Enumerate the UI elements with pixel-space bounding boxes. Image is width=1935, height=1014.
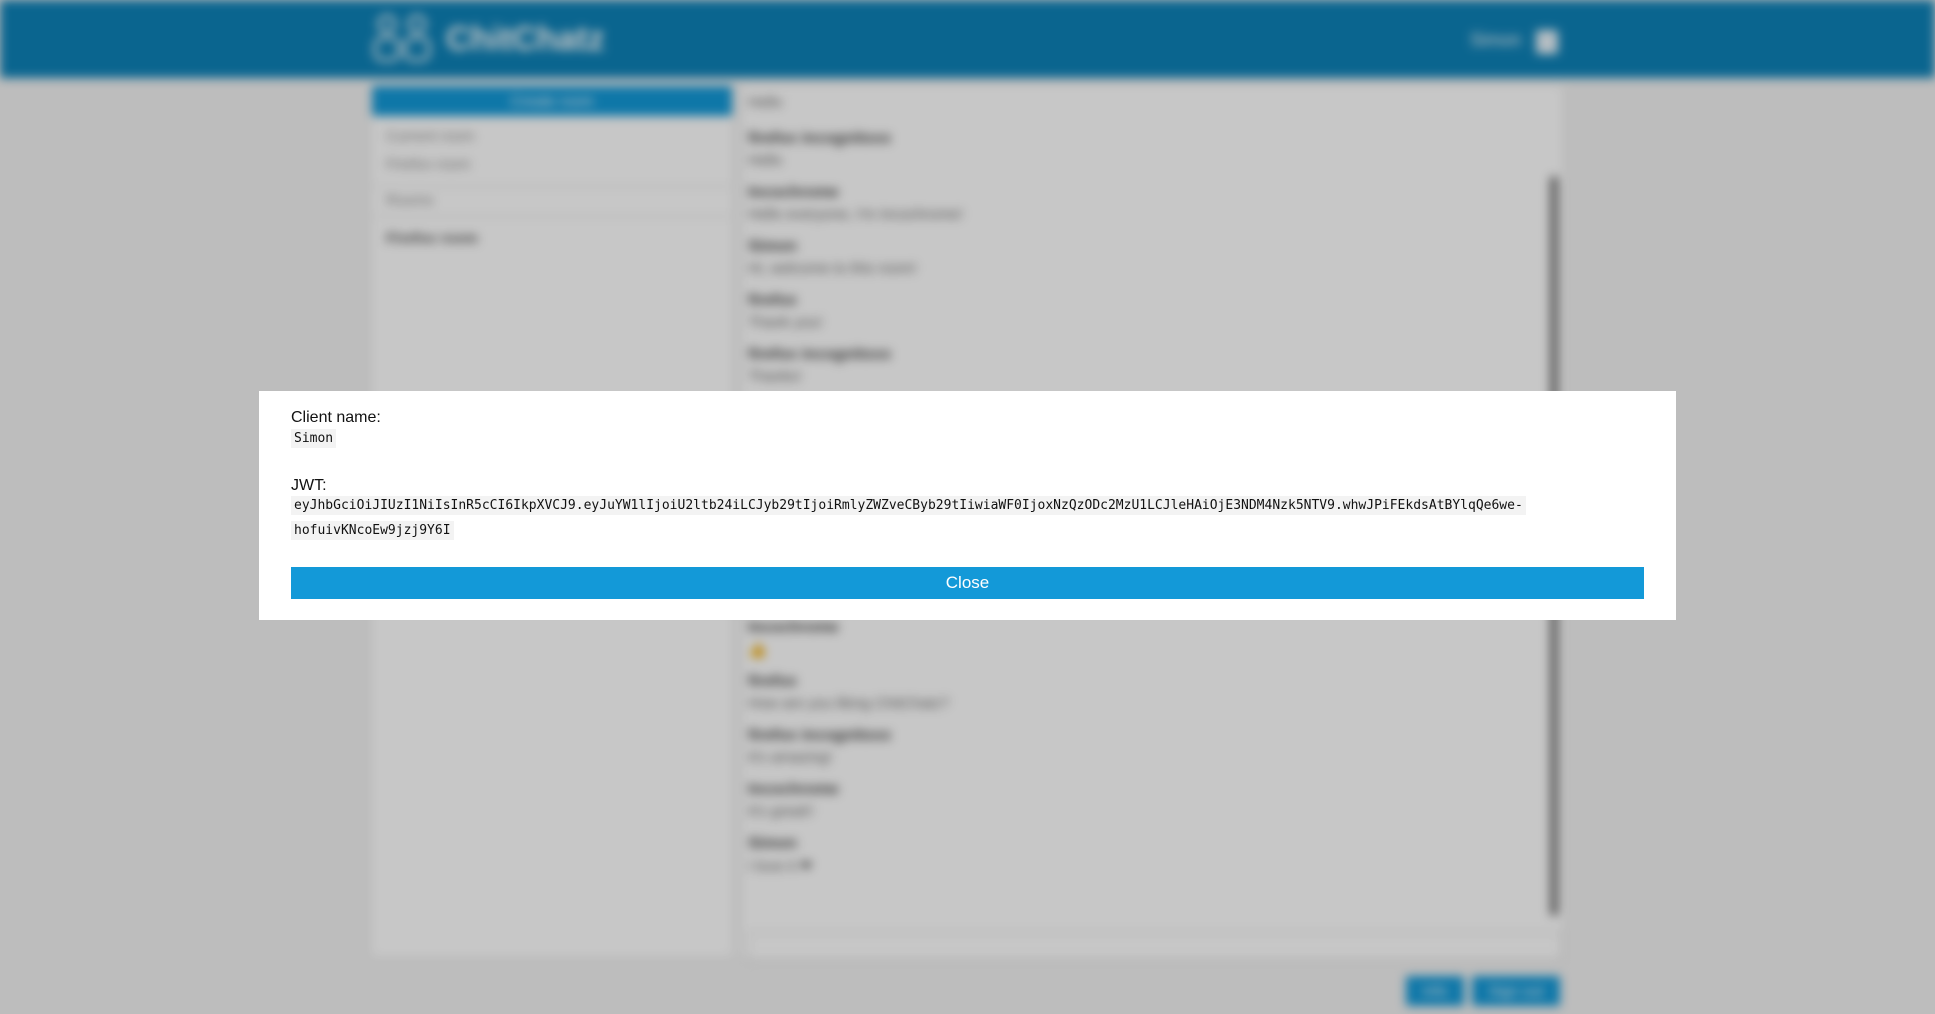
jwt-code-line-1: eyJhbGciOiJIUzI1NiIsInR5cCI6IkpXVCJ9.eyJ… [291, 496, 1526, 515]
client-name-value: Simon [291, 426, 337, 451]
client-name-code: Simon [291, 429, 337, 448]
jwt-code-line-2: hofuivKNcoEw9jzj9Y6I [291, 521, 454, 540]
jwt-value: eyJhbGciOiJIUzI1NiIsInR5cCI6IkpXVCJ9.eyJ… [291, 493, 1526, 543]
client-info-modal: Client name: Simon JWT: eyJhbGciOiJIUzI1… [259, 391, 1676, 620]
close-button[interactable]: Close [291, 567, 1644, 599]
client-name-label: Client name: [291, 409, 381, 426]
